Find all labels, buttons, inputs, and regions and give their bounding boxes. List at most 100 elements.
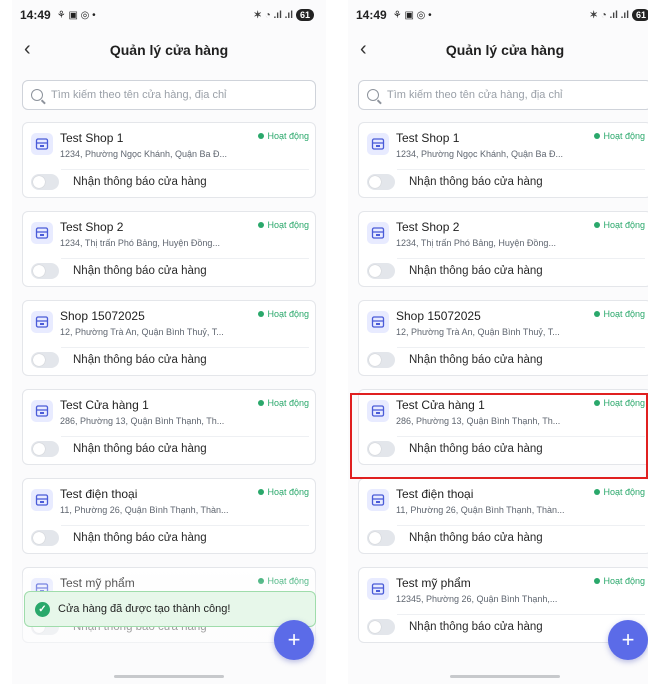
screenshot-stage: 14:49 ⚘ ▣ ◎ • ✶ ◔ .ıl .ıl 61 ‹ Quản lý c…: [0, 0, 648, 684]
notify-toggle[interactable]: [367, 174, 395, 190]
toast-message: Cửa hàng đã được tạo thành công!: [58, 603, 231, 615]
phone-screen-right: 14:49 ⚘ ▣ ◎ • ✶ ◔ .ıl .ıl 61 ‹ Quản lý c…: [348, 0, 648, 684]
store-address: 12, Phường Trà An, Quận Bình Thuỷ, T...: [60, 327, 224, 337]
status-label: Hoạt động: [603, 220, 645, 230]
status-badge: Hoạt động: [258, 576, 309, 586]
store-card[interactable]: Test điện thoại 11, Phường 26, Quận Bình …: [358, 478, 648, 554]
status-badge: Hoạt động: [594, 309, 645, 319]
notify-toggle[interactable]: [367, 263, 395, 279]
status-label: Hoạt động: [603, 309, 645, 319]
search-box[interactable]: [22, 80, 316, 110]
store-card[interactable]: Test Shop 1 1234, Phường Ngọc Khánh, Quận…: [358, 122, 648, 198]
store-list: Test Shop 1 1234, Phường Ngọc Khánh, Quận…: [12, 122, 326, 643]
store-card[interactable]: Test Shop 1 1234, Phường Ngọc Khánh, Quận…: [22, 122, 316, 198]
status-dot-icon: [594, 578, 601, 584]
store-address: 1234, Phường Ngọc Khánh, Quận Ba Đ...: [396, 149, 564, 159]
store-card[interactable]: Shop 15072025 12, Phường Trà An, Quận Bìn…: [22, 300, 316, 376]
back-arrow-icon[interactable]: ‹: [360, 38, 367, 60]
status-dot-icon: [258, 489, 265, 495]
search-input[interactable]: [51, 89, 307, 101]
divider: [397, 525, 645, 526]
status-dot-icon: [258, 578, 265, 584]
notify-label: Nhận thông báo cửa hàng: [73, 443, 207, 455]
store-address: 12, Phường Trà An, Quận Bình Thuỷ, T...: [396, 327, 560, 337]
store-card[interactable]: Test Shop 2 1234, Thị trấn Phó Bảng, Huyệ…: [358, 211, 648, 287]
status-bar: 14:49 ⚘ ▣ ◎ • ✶ ◔ .ıl .ıl 61: [348, 0, 648, 30]
divider: [61, 347, 309, 348]
status-label: Hoạt động: [267, 131, 309, 141]
divider: [397, 169, 645, 170]
status-badge: Hoạt động: [258, 487, 309, 497]
divider: [61, 169, 309, 170]
toggle-knob: [33, 354, 45, 366]
store-card[interactable]: Shop 15072025 12, Phường Trà An, Quận Bìn…: [358, 300, 648, 376]
notify-label: Nhận thông báo cửa hàng: [409, 621, 543, 633]
status-dot-icon: [594, 489, 601, 495]
status-label: Hoạt động: [267, 576, 309, 586]
store-card[interactable]: Test mỹ phẩm12345, Phường 26, Quận Bình …: [358, 567, 648, 643]
home-indicator: [450, 675, 560, 678]
notification-icons: ⚘ ▣ ◎ •: [56, 9, 96, 21]
toggle-knob: [369, 532, 381, 544]
toggle-knob: [33, 176, 45, 188]
notify-toggle[interactable]: [31, 174, 59, 190]
divider: [397, 347, 645, 348]
notify-toggle[interactable]: [31, 352, 59, 368]
notify-label: Nhận thông báo cửa hàng: [409, 532, 543, 544]
notify-toggle[interactable]: [31, 441, 59, 457]
search-input[interactable]: [387, 89, 643, 101]
notify-label: Nhận thông báo cửa hàng: [73, 532, 207, 544]
store-address: 12345, Phường 26, Quận Bình Thạnh,...: [396, 594, 558, 604]
status-dot-icon: [594, 222, 601, 228]
status-badge: Hoạt động: [258, 398, 309, 408]
app-bar: ‹ Quản lý cửa hàng: [348, 30, 648, 70]
notify-toggle[interactable]: [367, 619, 395, 635]
store-icon: [31, 222, 53, 244]
store-icon: [31, 489, 53, 511]
status-badge: Hoạt động: [258, 220, 309, 230]
store-icon: [31, 400, 53, 422]
toggle-knob: [369, 354, 381, 366]
store-card[interactable]: Test điện thoại 11, Phường 26, Quận Bình …: [22, 478, 316, 554]
store-icon: [367, 578, 389, 600]
notify-toggle[interactable]: [367, 530, 395, 546]
phone-screen-left: 14:49 ⚘ ▣ ◎ • ✶ ◔ .ıl .ıl 61 ‹ Quản lý c…: [12, 0, 326, 684]
toggle-knob: [369, 176, 381, 188]
notify-toggle[interactable]: [367, 352, 395, 368]
success-toast: ✓ Cửa hàng đã được tạo thành công!: [24, 591, 316, 627]
add-store-button[interactable]: +: [274, 620, 314, 660]
divider: [61, 525, 309, 526]
store-card[interactable]: Test Shop 2 1234, Thị trấn Phó Bảng, Huyệ…: [22, 211, 316, 287]
store-icon: [31, 133, 53, 155]
status-label: Hoạt động: [603, 131, 645, 141]
toggle-knob: [33, 265, 45, 277]
store-address: 1234, Thị trấn Phó Bảng, Huyện Đồng...: [396, 238, 556, 248]
store-card[interactable]: Test Cửa hàng 1 286, Phường 13, Quận Bình…: [22, 389, 316, 465]
search-box[interactable]: [358, 80, 648, 110]
notify-label: Nhận thông báo cửa hàng: [73, 265, 207, 277]
status-dot-icon: [594, 311, 601, 317]
store-icon: [367, 133, 389, 155]
add-store-button[interactable]: +: [608, 620, 648, 660]
search-icon: [31, 89, 43, 101]
status-label: Hoạt động: [267, 220, 309, 230]
status-bar: 14:49 ⚘ ▣ ◎ • ✶ ◔ .ıl .ıl 61: [12, 0, 326, 30]
store-icon: [367, 222, 389, 244]
status-badge: Hoạt động: [594, 131, 645, 141]
store-address: 11, Phường 26, Quận Bình Thạnh, Thàn...: [396, 505, 565, 515]
back-arrow-icon[interactable]: ‹: [24, 38, 31, 60]
status-badge: Hoạt động: [594, 487, 645, 497]
status-label: Hoạt động: [267, 487, 309, 497]
status-badge: Hoạt động: [594, 220, 645, 230]
notify-toggle[interactable]: [31, 263, 59, 279]
store-address: 1234, Phường Ngọc Khánh, Quận Ba Đ...: [60, 149, 228, 159]
highlight-box: [350, 393, 648, 479]
notify-toggle[interactable]: [31, 530, 59, 546]
divider: [61, 436, 309, 437]
status-label: Hoạt động: [603, 576, 645, 586]
status-label: Hoạt động: [267, 398, 309, 408]
store-icon: [31, 311, 53, 333]
notification-icons: ⚘ ▣ ◎ •: [392, 9, 432, 21]
signal-icons: ✶ ◔ .ıl .ıl: [589, 9, 629, 21]
divider: [61, 258, 309, 259]
